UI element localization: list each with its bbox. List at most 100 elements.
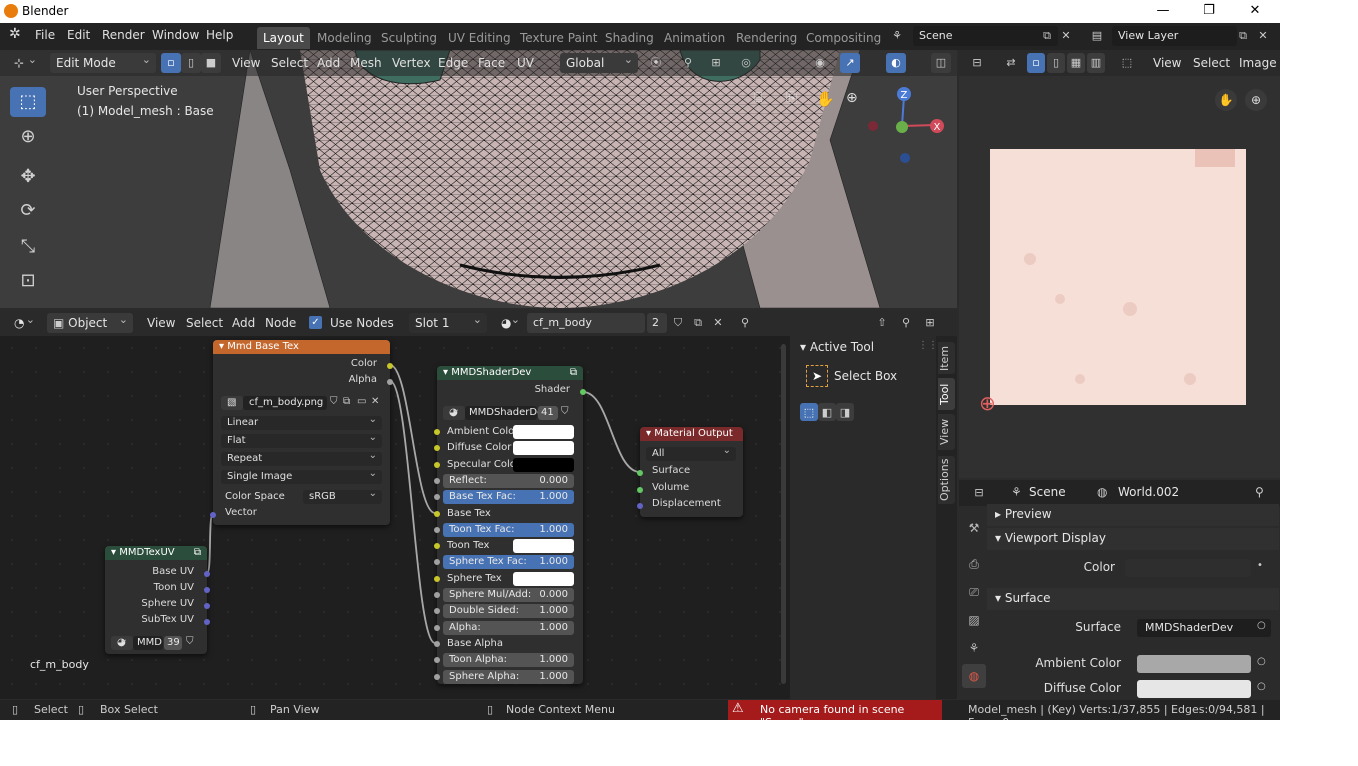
active-tool-panel-header[interactable]: ▾ Active Tool bbox=[800, 340, 874, 354]
menu-window[interactable]: Window bbox=[152, 28, 199, 42]
material-users[interactable]: 2 bbox=[647, 313, 667, 333]
shader-value-field[interactable]: Sphere Alpha: 1.000 bbox=[443, 669, 574, 684]
shader-input-socket[interactable] bbox=[434, 640, 440, 647]
ambient-color-swatch[interactable] bbox=[1137, 655, 1251, 673]
image-open-icon[interactable]: ▭ bbox=[357, 396, 366, 407]
image-unlink-icon[interactable]: ✕ bbox=[371, 396, 379, 407]
shader-output-socket[interactable] bbox=[580, 389, 586, 395]
shader-input-socket[interactable] bbox=[434, 592, 440, 598]
select-box-tool-icon[interactable]: ⬚ bbox=[10, 87, 46, 117]
viewport-menu-edge[interactable]: Edge bbox=[438, 56, 468, 70]
edge-select-icon[interactable]: ▯ bbox=[181, 53, 201, 73]
camera-view-icon[interactable]: ⌸ bbox=[754, 90, 762, 106]
shader-input-socket[interactable] bbox=[434, 477, 440, 484]
viewport-menu-uv[interactable]: UV bbox=[517, 56, 534, 70]
shader-input-socket[interactable] bbox=[434, 445, 440, 452]
vertex-select-icon[interactable]: ▫ bbox=[161, 53, 181, 73]
scene-icon[interactable]: ⚘ bbox=[887, 26, 907, 46]
tab-animation[interactable]: Animation bbox=[658, 27, 731, 49]
remove-view-layer-icon[interactable]: ✕ bbox=[1253, 26, 1273, 46]
output-properties-tab-icon[interactable]: ⎚ bbox=[962, 580, 986, 604]
cursor-tool-icon[interactable]: ⊕ bbox=[10, 122, 46, 152]
shader-input-socket[interactable] bbox=[434, 494, 440, 501]
uv-vertex-select-icon[interactable]: ▫ bbox=[1027, 53, 1045, 73]
node-mmd-tex-uv[interactable]: ▾ MMDTexUV ⧉ Base UV Toon UV Sphere UV Su… bbox=[105, 546, 210, 654]
image-editor-sync-icon[interactable]: ⇄ bbox=[1001, 53, 1021, 73]
3d-viewport[interactable]: ⊹ Edit Mode ▫ ▯ ■ View Select Add Mesh V… bbox=[0, 50, 957, 308]
tool-properties-tab-icon[interactable]: ⚒ bbox=[962, 516, 986, 540]
shader-input-socket[interactable] bbox=[434, 608, 440, 615]
viewport-menu-mesh[interactable]: Mesh bbox=[350, 56, 382, 70]
tab-layout[interactable]: Layout bbox=[257, 27, 310, 49]
snap-target-icon[interactable]: ⊞ bbox=[706, 53, 726, 73]
select-box-tool-icon-sidebar[interactable]: ➤ bbox=[806, 365, 828, 387]
editor-type-icon[interactable]: ⊹ bbox=[8, 53, 42, 73]
shader-value-field[interactable]: Alpha: 1.000 bbox=[443, 620, 574, 635]
texuv-fake-user-icon[interactable]: ⛉ bbox=[186, 636, 194, 647]
panel-viewport-display[interactable]: ▾ Viewport Display bbox=[987, 528, 1279, 550]
node-editor-scrollbar[interactable] bbox=[781, 344, 786, 684]
navigation-gizmo[interactable]: Z X bbox=[862, 84, 952, 164]
shader-input-socket[interactable] bbox=[434, 673, 440, 680]
snap-icon[interactable]: ⚲ bbox=[678, 53, 698, 73]
overlay-toggle-icon[interactable]: ◐ bbox=[886, 53, 906, 73]
tab-modeling[interactable]: Modeling bbox=[311, 27, 378, 49]
texuv-users[interactable]: 39 bbox=[164, 636, 182, 650]
xray-toggle-icon[interactable]: ◫ bbox=[931, 53, 951, 73]
surface-link-icon[interactable]: ○ bbox=[1257, 620, 1266, 631]
interpolation-dropdown[interactable]: Linear bbox=[221, 414, 382, 430]
node-menu-add[interactable]: Add bbox=[232, 316, 255, 330]
menu-file[interactable]: File bbox=[35, 28, 55, 42]
shader-value-field[interactable]: Base Tex Fac: 1.000 bbox=[443, 490, 574, 505]
warning-banner[interactable]: ⚠ No camera found in scene "Scene" bbox=[728, 700, 942, 720]
shader-input-socket[interactable] bbox=[434, 559, 440, 566]
uv-sticky-icon[interactable]: ⬚ bbox=[1117, 53, 1137, 73]
fake-user-icon[interactable]: ⛉ bbox=[668, 313, 688, 333]
shader-color-swatch[interactable] bbox=[513, 539, 574, 554]
sidebar-tab-view[interactable]: View bbox=[938, 414, 955, 450]
texuv-browse-icon[interactable]: ◕ bbox=[111, 634, 133, 650]
properties-pin-icon[interactable]: ⚲ bbox=[1255, 485, 1264, 499]
diffuse-link-icon[interactable]: ○ bbox=[1257, 681, 1266, 692]
new-view-layer-icon[interactable]: ⧉ bbox=[1233, 26, 1253, 46]
shader-input-socket[interactable] bbox=[434, 657, 440, 664]
panel-preview[interactable]: ▸ Preview bbox=[987, 504, 1279, 526]
extension-dropdown[interactable]: Repeat bbox=[221, 450, 382, 466]
texuv-toon-socket[interactable] bbox=[204, 587, 210, 593]
shader-input-socket[interactable] bbox=[434, 526, 440, 533]
rotate-tool-icon[interactable]: ⟳ bbox=[10, 196, 46, 226]
node-material-output[interactable]: ▾ Material Output All Surface Volume Dis… bbox=[637, 427, 743, 517]
node-menu-select[interactable]: Select bbox=[186, 316, 223, 330]
projection-dropdown[interactable]: Flat bbox=[221, 432, 382, 448]
close-button[interactable]: ✕ bbox=[1232, 0, 1278, 23]
gizmo-y-icon[interactable] bbox=[896, 121, 908, 133]
world-properties-tab-icon[interactable]: ◍ bbox=[962, 664, 986, 688]
view-layer-selector[interactable]: View Layer bbox=[1112, 26, 1237, 46]
texuv-sphere-socket[interactable] bbox=[204, 603, 210, 609]
surface-shader-field[interactable]: MMDShaderDev bbox=[1137, 619, 1271, 637]
base-tex-vector-socket[interactable] bbox=[210, 512, 216, 518]
texuv-subtex-socket[interactable] bbox=[204, 619, 210, 625]
sidebar-tab-tool[interactable]: Tool bbox=[938, 378, 955, 410]
shader-color-swatch[interactable] bbox=[513, 457, 574, 472]
blender-menu-icon[interactable]: ✲ bbox=[9, 26, 21, 42]
image-menu-view[interactable]: View bbox=[1153, 56, 1181, 70]
node-mmd-shader-dev[interactable]: ▾ MMDShaderDev⧉ Shader ◕ MMDShaderDev 41… bbox=[434, 366, 586, 684]
proportional-edit-icon[interactable]: ◎ bbox=[736, 53, 756, 73]
uv-edge-select-icon[interactable]: ▯ bbox=[1047, 53, 1065, 73]
shader-color-swatch[interactable] bbox=[513, 571, 574, 586]
shader-group-field[interactable]: MMDShaderDev bbox=[465, 406, 549, 420]
select-mode-set-icon[interactable]: ⬚ bbox=[800, 403, 818, 421]
shader-fake-user-icon[interactable]: ⛉ bbox=[561, 406, 569, 417]
scale-tool-icon[interactable]: ⤡ bbox=[10, 232, 46, 262]
shader-value-field[interactable]: Reflect: 0.000 bbox=[443, 473, 574, 488]
minimize-button[interactable]: — bbox=[1140, 0, 1186, 23]
face-select-icon[interactable]: ■ bbox=[201, 53, 221, 73]
source-dropdown[interactable]: Single Image bbox=[221, 468, 382, 484]
sidebar-tab-options[interactable]: Options bbox=[938, 456, 955, 504]
gizmo-neg-x-icon[interactable] bbox=[868, 121, 878, 131]
shader-value-field[interactable]: Sphere Tex Fac: 1.000 bbox=[443, 555, 574, 570]
uv-face-select-icon[interactable]: ▦ bbox=[1067, 53, 1085, 73]
shader-value-field[interactable]: Sphere Mul/Add: 0.000 bbox=[443, 588, 574, 602]
menu-edit[interactable]: Edit bbox=[67, 28, 90, 42]
